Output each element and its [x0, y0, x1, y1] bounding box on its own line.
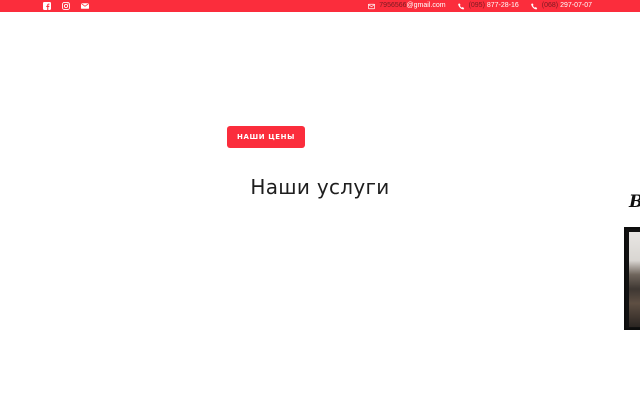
- services-title: Наши услуги: [250, 175, 390, 199]
- top-bar: 7956566@gmail.com (095) 877-28-16 (068) …: [0, 0, 640, 12]
- social-links: [43, 0, 89, 12]
- email-domain: @gmail.com: [406, 2, 446, 9]
- phone-icon: [530, 2, 538, 10]
- email-user: 7956566: [379, 2, 407, 9]
- our-prices-button[interactable]: НАШИ ЦЕНЫ: [227, 126, 305, 148]
- envelope-icon: [368, 3, 376, 10]
- instagram-icon[interactable]: [62, 2, 70, 10]
- facebook-icon[interactable]: [43, 2, 51, 10]
- phone-2-number: 297-07-07: [560, 2, 592, 9]
- phone-2-code: (068): [541, 2, 559, 9]
- phone-1-number: 877-28-16: [486, 2, 519, 9]
- offscreen-heading-fragment: В: [629, 192, 640, 212]
- phone-contact-2[interactable]: (068) 297-07-07: [530, 0, 592, 12]
- contact-info: 7956566@gmail.com (095) 877-28-16 (068) …: [368, 0, 592, 12]
- service-card-image[interactable]: [624, 227, 640, 330]
- phone-contact-1[interactable]: (095) 877-28-16: [457, 0, 519, 12]
- envelope-icon[interactable]: [81, 2, 89, 10]
- email-contact[interactable]: 7956566@gmail.com: [368, 0, 446, 12]
- card-photo: [629, 232, 640, 327]
- phone-icon: [457, 2, 465, 10]
- phone-1-code: (095): [468, 2, 485, 9]
